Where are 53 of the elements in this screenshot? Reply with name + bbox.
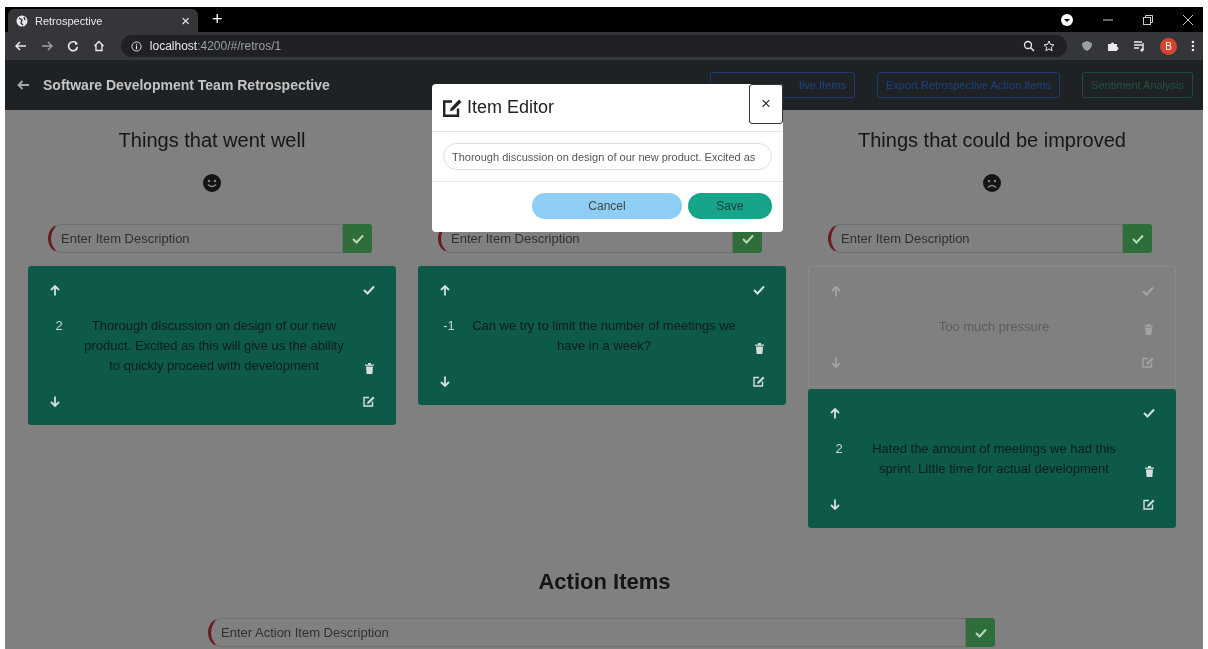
column-title: Things that could be improved <box>858 128 1126 153</box>
page-title: Software Development Team Retrospective <box>43 77 330 93</box>
zoom-icon[interactable] <box>1023 40 1036 52</box>
home-icon[interactable] <box>92 40 105 52</box>
save-button[interactable]: Save <box>688 193 772 219</box>
item-description-field[interactable]: Enter Item Description <box>48 224 343 253</box>
forward-arrow-icon[interactable] <box>40 40 53 52</box>
tab-close-button[interactable]: × <box>181 12 190 29</box>
trash-icon[interactable] <box>754 343 764 354</box>
add-action-item-button[interactable] <box>966 618 995 647</box>
check-icon[interactable] <box>1142 286 1154 296</box>
profile-avatar[interactable]: B <box>1160 37 1177 55</box>
restore-icon[interactable] <box>1143 14 1153 25</box>
frowning-face-icon <box>983 174 1001 192</box>
close-button[interactable]: × <box>749 84 783 124</box>
item-text-field[interactable]: Thorough discussion on design of our new product. Excited as <box>443 143 772 170</box>
trash-icon[interactable] <box>1144 466 1154 477</box>
smiley-face-icon <box>203 174 221 192</box>
cancel-button[interactable]: Cancel <box>532 193 682 219</box>
section-title: Action Items <box>537 568 672 596</box>
check-icon <box>351 233 364 244</box>
playlist-icon[interactable] <box>1133 40 1147 52</box>
star-icon[interactable] <box>1043 40 1056 52</box>
add-item-button[interactable] <box>1123 224 1152 253</box>
add-item-button[interactable] <box>343 224 372 253</box>
action-item-field[interactable]: Enter Action Item Description <box>208 618 966 647</box>
dialog-title: Item Editor <box>467 97 555 118</box>
vote-count: 2 <box>835 440 843 458</box>
reload-icon[interactable] <box>66 40 79 52</box>
browser-tab[interactable]: Retrospective × <box>8 9 198 32</box>
item-description-field[interactable]: Enter Item Description <box>828 224 1123 253</box>
vote-count: 2 <box>55 317 63 335</box>
more-menu-icon[interactable] <box>1191 40 1195 52</box>
item-text: Can we try to limit the number of meetings we have in a week? <box>471 317 737 355</box>
check-icon <box>974 627 987 638</box>
tab-title: Retrospective <box>35 14 104 27</box>
download-circle-icon[interactable] <box>1061 13 1073 26</box>
trash-icon[interactable] <box>364 363 374 374</box>
address-bar[interactable]: localhost:4200/#/retros/1 <box>120 35 1068 57</box>
check-icon <box>741 233 754 244</box>
new-tab-button[interactable]: + <box>212 9 223 30</box>
globe-icon <box>16 14 28 27</box>
edit-icon <box>443 98 462 117</box>
info-icon <box>130 40 142 52</box>
vote-count: -1 <box>443 317 455 335</box>
item-text: Hated the amount of meetings we had this sprint. Little time for actual development <box>871 440 1117 478</box>
close-icon[interactable] <box>1183 14 1193 25</box>
check-icon <box>1131 233 1144 244</box>
back-arrow-icon[interactable] <box>17 79 30 91</box>
url-text: localhost:4200/#/retros/1 <box>149 39 282 53</box>
puzzle-icon[interactable] <box>1107 40 1120 52</box>
shield-icon[interactable] <box>1081 40 1094 52</box>
column-title: Things that went well <box>118 128 306 153</box>
